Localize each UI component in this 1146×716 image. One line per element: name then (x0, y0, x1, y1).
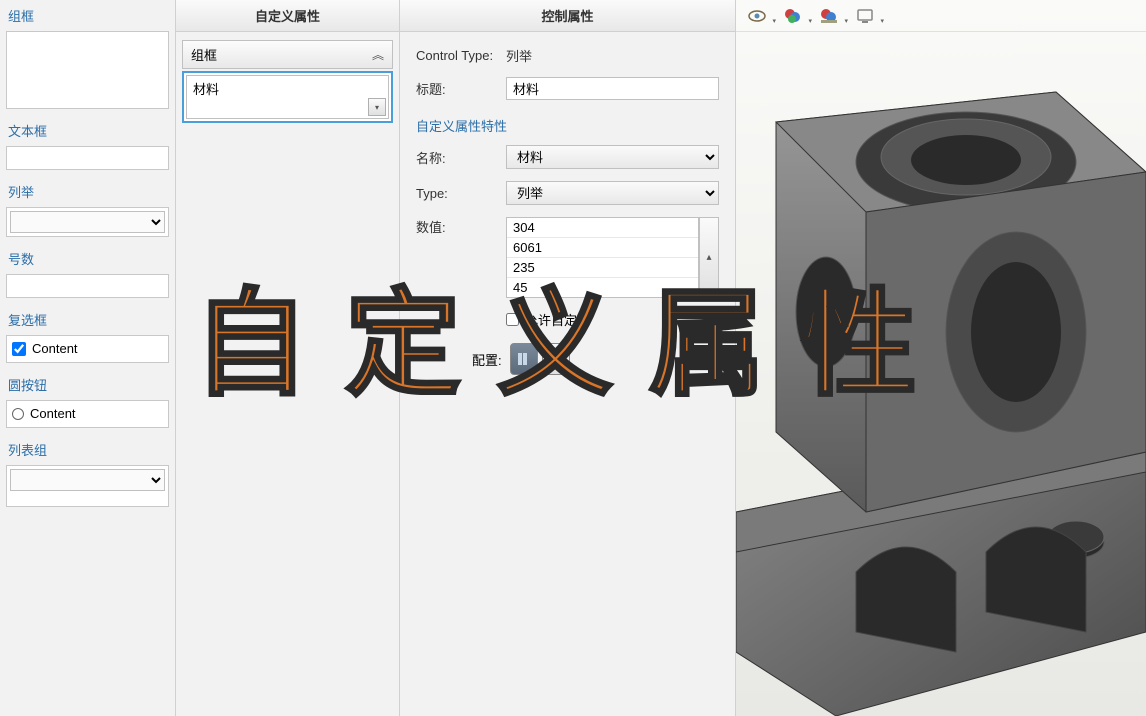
group-header-label: 组框 (191, 45, 217, 64)
tool-checkbox-preview[interactable]: Content (6, 335, 169, 363)
dropdown-arrow-icon: ▾ (808, 17, 812, 25)
material-dropdown-button[interactable]: ▾ (368, 98, 386, 116)
tool-textbox: 文本框 (2, 117, 173, 170)
toolbox-panel: 组框 文本框 列举 号数 复选框 Content (0, 0, 176, 716)
tool-header-textbox: 文本框 (2, 117, 173, 144)
custom-properties-panel: 自定义属性 组框 ︽ 材料 ▾ (176, 0, 400, 716)
control-type-label: Control Type: (416, 48, 506, 63)
value-item[interactable]: 45 (507, 278, 698, 297)
tool-groupbox-preview[interactable] (6, 31, 169, 109)
tool-groupbox: 组框 (2, 2, 173, 109)
custom-panel-title: 自定义属性 (176, 0, 399, 32)
tool-header-groupbox: 组框 (2, 2, 173, 29)
tool-listgroup-preview[interactable] (6, 465, 169, 507)
caption-label: 标题: (416, 79, 506, 98)
control-properties-panel: 控制属性 Control Type: 列举 标题: 自定义属性特性 名称: 材料… (400, 0, 736, 716)
eye-icon[interactable]: ▾ (746, 5, 768, 27)
values-listbox[interactable]: 304 6061 235 45 (506, 217, 699, 298)
group-section: 组框 ︽ 材料 ▾ (182, 40, 393, 123)
checkbox-preview-label: Content (32, 341, 78, 356)
allow-custom-label: 允许自定 (525, 310, 577, 329)
model-3d-view[interactable] (736, 32, 1146, 716)
type-label: Type: (416, 186, 506, 201)
tool-header-number: 号数 (2, 245, 173, 272)
value-item[interactable]: 6061 (507, 238, 698, 258)
config-button-1[interactable] (510, 343, 538, 375)
dropdown-arrow-icon: ▾ (844, 17, 848, 25)
name-select[interactable]: 材料 (506, 145, 719, 169)
radio-preview-label: Content (30, 406, 76, 421)
radio-preview-input[interactable] (12, 408, 24, 420)
material-field-selected[interactable]: 材料 ▾ (182, 71, 393, 123)
control-panel-title: 控制属性 (400, 0, 735, 32)
tool-textbox-preview[interactable] (6, 146, 169, 170)
caption-input[interactable] (506, 77, 719, 100)
dropdown-arrow-icon: ▾ (772, 17, 776, 25)
values-label: 数值: (416, 217, 506, 236)
appearance-icon[interactable]: ▾ (782, 5, 804, 27)
custom-prop-section-title: 自定义属性特性 (416, 116, 719, 135)
checkbox-preview-input[interactable] (12, 342, 26, 356)
control-type-value: 列举 (506, 46, 532, 65)
value-item[interactable]: 235 (507, 258, 698, 278)
config-button-2[interactable] (542, 343, 570, 375)
allow-custom-checkbox[interactable] (506, 313, 519, 326)
tool-header-enum: 列举 (2, 178, 173, 205)
tool-header-radio: 圆按钮 (2, 371, 173, 398)
listgroup-dropdown-preview[interactable] (10, 469, 165, 491)
display-icon[interactable]: ▾ (854, 5, 876, 27)
tool-header-listgroup: 列表组 (2, 436, 173, 463)
dropdown-arrow-icon: ▾ (880, 17, 884, 25)
tool-enum: 列举 (2, 178, 173, 237)
config-label: 配置: (472, 350, 502, 369)
type-select[interactable]: 列举 (506, 181, 719, 205)
tool-number-preview[interactable] (6, 274, 169, 298)
tool-radio-preview[interactable]: Content (6, 400, 169, 428)
tool-listgroup: 列表组 (2, 436, 173, 507)
scroll-up-button[interactable]: ▴ (699, 217, 719, 298)
enum-dropdown-preview[interactable] (10, 211, 165, 233)
tool-header-checkbox: 复选框 (2, 306, 173, 333)
name-label: 名称: (416, 148, 506, 167)
group-header[interactable]: 组框 ︽ (182, 40, 393, 69)
tool-number: 号数 (2, 245, 173, 298)
scene-icon[interactable]: ▾ (818, 5, 840, 27)
material-label: 材料 (193, 79, 219, 98)
viewport-panel: ▾ ▾ ▾ ▾ (736, 0, 1146, 716)
value-item[interactable]: 304 (507, 218, 698, 238)
tool-enum-preview[interactable] (6, 207, 169, 237)
viewport-toolbar: ▾ ▾ ▾ ▾ (736, 0, 1146, 32)
tool-radio: 圆按钮 Content (2, 371, 173, 428)
chevron-up-icon[interactable]: ︽ (372, 46, 384, 63)
tool-checkbox: 复选框 Content (2, 306, 173, 363)
